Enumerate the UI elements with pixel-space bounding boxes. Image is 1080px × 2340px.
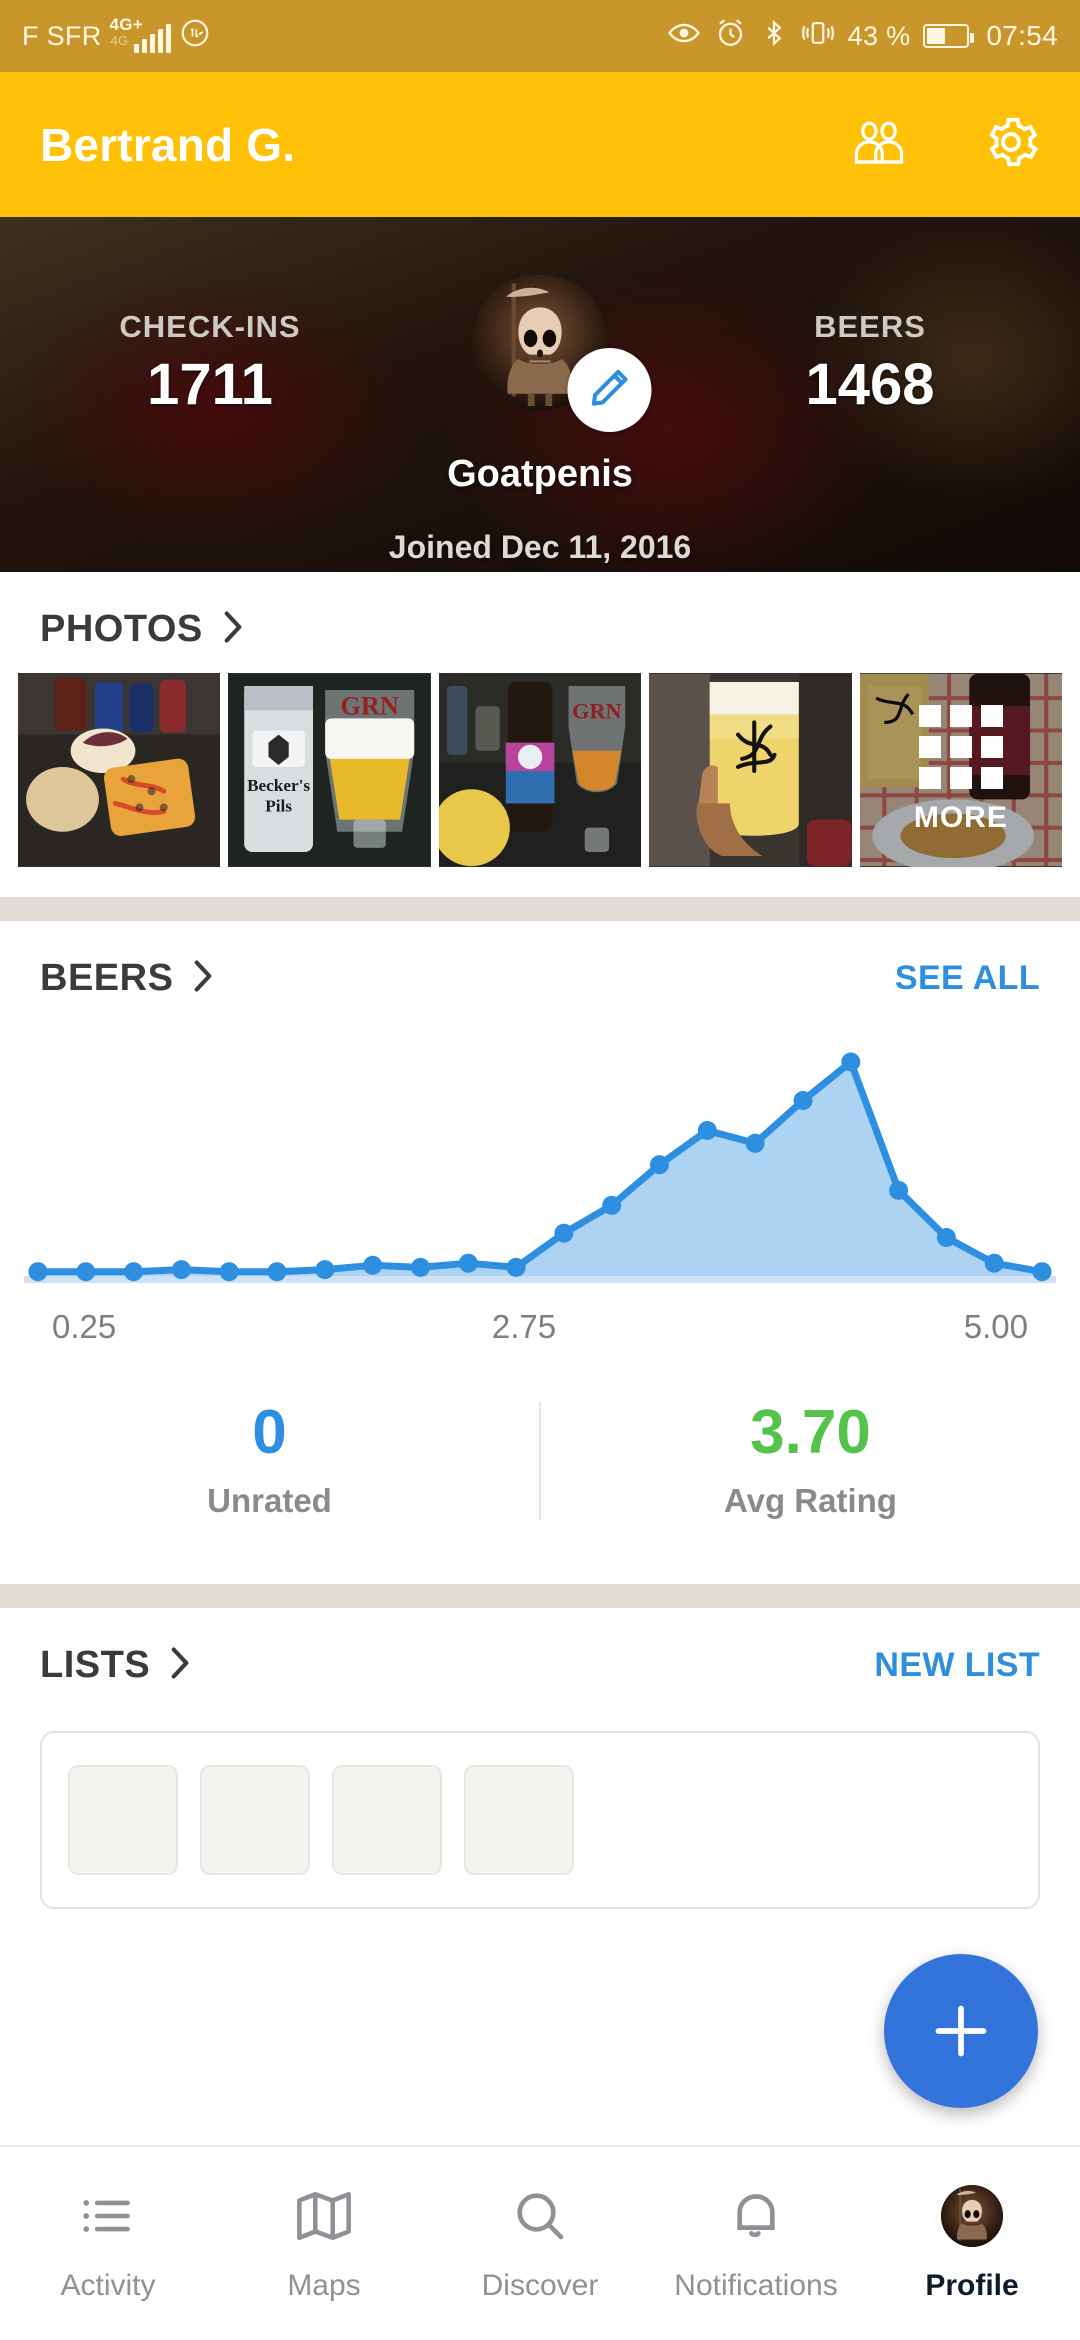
app-bar-actions bbox=[848, 113, 1040, 176]
clock-label: 07:54 bbox=[986, 20, 1058, 51]
lists-header: LISTS NEW LIST bbox=[0, 1608, 1080, 1709]
list-item[interactable]: Becker's Pils GRN bbox=[228, 673, 431, 867]
lists-title-group[interactable]: LISTS bbox=[40, 1644, 192, 1687]
see-all-button[interactable]: SEE ALL bbox=[895, 959, 1040, 998]
nav-item-maps[interactable]: Maps bbox=[216, 2185, 432, 2303]
app-screen: F SFR 4G+ 4G 43 % 07:54 Bertrand G. CHEC… bbox=[0, 0, 1080, 2340]
list-thumb bbox=[68, 1765, 178, 1875]
bluetooth-icon bbox=[760, 17, 788, 56]
avg-rating-label: Avg Rating bbox=[724, 1482, 897, 1519]
friends-icon[interactable] bbox=[848, 115, 910, 174]
checkins-label: CHECK-INS bbox=[119, 309, 301, 344]
list-item[interactable] bbox=[649, 673, 852, 867]
plus-icon bbox=[925, 1995, 997, 2067]
edit-profile-button[interactable] bbox=[567, 348, 652, 432]
unrated-label: Unrated bbox=[207, 1482, 332, 1519]
nav-item-discover[interactable]: Discover bbox=[432, 2185, 648, 2303]
rating-distribution-chart: 0.25 2.75 5.00 bbox=[0, 1022, 1080, 1346]
vibrate-icon bbox=[801, 17, 835, 56]
nav-label: Discover bbox=[481, 2268, 599, 2302]
avatar-icon bbox=[941, 2184, 1003, 2247]
alarm-clock-icon bbox=[714, 16, 747, 56]
svg-text:Pils: Pils bbox=[266, 796, 293, 815]
chart-svg bbox=[24, 1052, 1056, 1283]
section-divider bbox=[0, 897, 1080, 921]
map-icon bbox=[295, 2185, 353, 2247]
search-icon bbox=[512, 2185, 568, 2247]
photos-title: PHOTOS bbox=[40, 608, 203, 650]
gear-icon[interactable] bbox=[982, 113, 1040, 176]
bottom-nav: Activity Maps Discover Notifications Pro… bbox=[0, 2145, 1080, 2340]
list-thumb bbox=[464, 1765, 574, 1875]
xtick-0: 0.25 bbox=[52, 1308, 117, 1345]
app-bar: Bertrand G. bbox=[0, 72, 1080, 217]
list-thumb bbox=[200, 1765, 310, 1875]
nav-label: Profile bbox=[925, 2268, 1019, 2302]
list-item[interactable]: GRN bbox=[438, 673, 642, 867]
nav-item-profile[interactable]: Profile bbox=[864, 2184, 1080, 2303]
battery-percent-label: 43 % bbox=[847, 20, 911, 51]
eye-icon bbox=[667, 16, 701, 57]
photos-section: PHOTOS Becker's Pils GRN GRN MORE bbox=[0, 572, 1080, 897]
xtick-1: 2.75 bbox=[491, 1308, 557, 1345]
nav-label: Notifications bbox=[674, 2268, 838, 2302]
svg-text:GRN: GRN bbox=[341, 691, 399, 720]
photos-header[interactable]: PHOTOS bbox=[0, 572, 1080, 673]
page-title: Bertrand G. bbox=[40, 118, 296, 171]
nav-label: Maps bbox=[287, 2268, 361, 2302]
beers-section: BEERS SEE ALL 0.25 2.75 5.00 0 Unrated 3… bbox=[0, 921, 1080, 1584]
data-saver-icon bbox=[179, 17, 211, 56]
bell-icon bbox=[729, 2185, 783, 2247]
beers-title-group[interactable]: BEERS bbox=[40, 957, 215, 1000]
add-button[interactable] bbox=[884, 1954, 1038, 2108]
list-item[interactable] bbox=[18, 673, 221, 867]
nav-label: Activity bbox=[60, 2268, 156, 2302]
more-overlay: MORE bbox=[859, 673, 1063, 867]
avg-rating-value: 3.70 bbox=[750, 1398, 871, 1467]
beers-header: BEERS SEE ALL bbox=[0, 921, 1080, 1022]
section-divider bbox=[0, 1584, 1080, 1608]
battery-icon bbox=[923, 24, 975, 48]
beers-value: 1468 bbox=[805, 352, 935, 417]
chevron-right-icon bbox=[221, 609, 245, 650]
photos-row: Becker's Pils GRN GRN MORE bbox=[0, 673, 1080, 897]
checkins-value: 1711 bbox=[147, 352, 273, 417]
unrated-stat: 0 Unrated bbox=[0, 1402, 539, 1520]
avg-rating-stat: 3.70 Avg Rating bbox=[539, 1402, 1080, 1520]
status-bar-left: F SFR 4G+ 4G bbox=[22, 15, 211, 56]
xtick-2: 5.00 bbox=[963, 1308, 1028, 1345]
status-bar: F SFR 4G+ 4G 43 % 07:54 bbox=[0, 0, 1080, 72]
lists-section: LISTS NEW LIST bbox=[0, 1608, 1080, 1909]
chevron-right-icon bbox=[191, 958, 215, 999]
avatar-container[interactable] bbox=[472, 275, 652, 432]
beers-title: BEERS bbox=[40, 957, 174, 999]
username: Goatpenis bbox=[447, 453, 633, 495]
more-label: MORE bbox=[913, 801, 1008, 834]
svg-text:Becker's: Becker's bbox=[248, 776, 311, 795]
chevron-right-icon bbox=[168, 1645, 192, 1686]
list-icon bbox=[79, 2185, 137, 2247]
nav-item-notifications[interactable]: Notifications bbox=[648, 2185, 864, 2303]
profile-hero: CHECK-INS 1711 BEERS 1468 Goatpenis Join… bbox=[0, 217, 1080, 572]
unrated-value: 0 bbox=[252, 1398, 287, 1467]
beer-stats-row: 0 Unrated 3.70 Avg Rating bbox=[0, 1346, 1080, 1584]
checkins-stat[interactable]: CHECK-INS 1711 bbox=[60, 309, 360, 418]
status-bar-right: 43 % 07:54 bbox=[667, 16, 1058, 57]
pencil-icon bbox=[587, 365, 633, 416]
grid-icon bbox=[918, 705, 1003, 789]
svg-text:GRN: GRN bbox=[572, 698, 621, 723]
signal-bars-icon: 4G+ 4G bbox=[110, 15, 171, 53]
list-card[interactable] bbox=[40, 1731, 1040, 1909]
carrier-label: F SFR bbox=[22, 20, 102, 51]
beers-stat[interactable]: BEERS 1468 bbox=[720, 309, 1020, 418]
beers-label: BEERS bbox=[814, 309, 926, 344]
new-list-button[interactable]: NEW LIST bbox=[874, 1646, 1040, 1685]
lists-title: LISTS bbox=[40, 1644, 151, 1686]
nav-item-activity[interactable]: Activity bbox=[0, 2185, 216, 2303]
joined-date: Joined Dec 11, 2016 bbox=[388, 529, 692, 565]
chart-x-axis: 0.25 2.75 5.00 bbox=[24, 1298, 1056, 1346]
photos-more-tile[interactable]: MORE bbox=[859, 673, 1063, 867]
list-thumb bbox=[332, 1765, 442, 1875]
